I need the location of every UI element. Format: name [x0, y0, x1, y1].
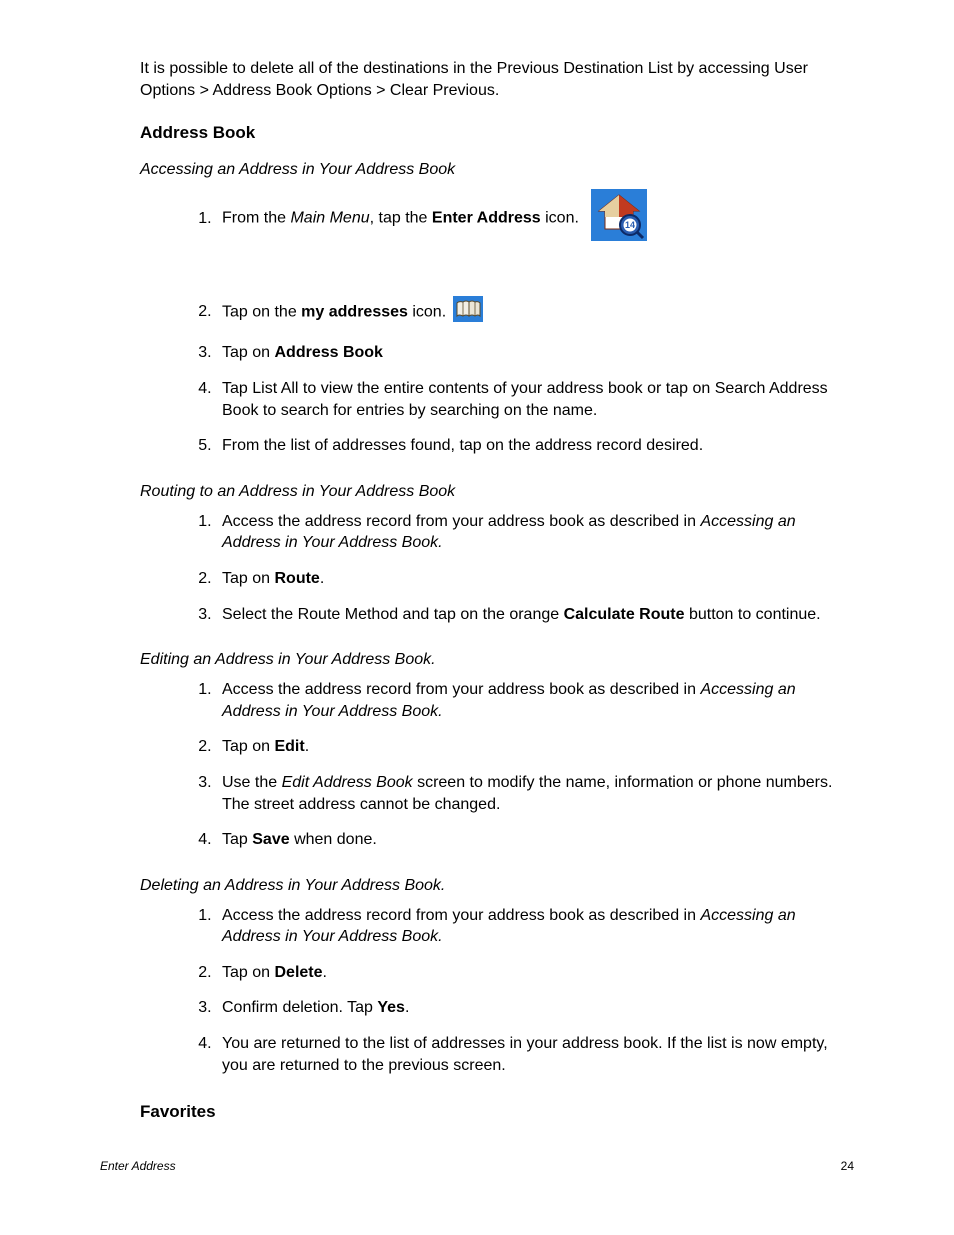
- step-text: Tap on: [222, 344, 274, 361]
- list-item: Tap List All to view the entire contents…: [216, 378, 854, 421]
- step-text: icon.: [408, 303, 446, 320]
- list-item: Tap on Delete.: [216, 962, 854, 984]
- subheading-editing: Editing an Address in Your Address Book.: [140, 651, 854, 669]
- step-text-bold: my addresses: [301, 303, 408, 320]
- step-text: Access the address record from your addr…: [222, 513, 700, 530]
- step-text-bold: Enter Address: [432, 210, 541, 227]
- subheading-routing: Routing to an Address in Your Address Bo…: [140, 483, 854, 501]
- svg-text:14: 14: [625, 220, 635, 230]
- step-text: , tap the: [370, 210, 432, 227]
- step-text-italic: Edit Address Book: [282, 774, 413, 791]
- step-text: Tap on: [222, 964, 274, 981]
- list-item: Tap Save when done.: [216, 829, 854, 851]
- step-text: Tap on: [222, 570, 274, 587]
- list-item: You are returned to the list of addresse…: [216, 1033, 854, 1076]
- step-text: Tap on the: [222, 303, 301, 320]
- list-item: Tap on Address Book: [216, 342, 854, 364]
- page-footer: Enter Address 24: [100, 1159, 854, 1173]
- step-text: Tap on: [222, 738, 274, 755]
- step-text: .: [405, 999, 409, 1016]
- subheading-deleting: Deleting an Address in Your Address Book…: [140, 877, 854, 895]
- list-item: Access the address record from your addr…: [216, 679, 854, 722]
- step-text: icon.: [541, 210, 579, 227]
- step-text-bold: Save: [252, 831, 289, 848]
- intro-paragraph: It is possible to delete all of the dest…: [140, 58, 854, 101]
- step-text-bold: Calculate Route: [564, 606, 685, 623]
- step-text: button to continue.: [685, 606, 821, 623]
- step-text-bold: Delete: [274, 964, 322, 981]
- step-text: .: [305, 738, 309, 755]
- footer-section-name: Enter Address: [100, 1159, 176, 1173]
- step-text: when done.: [290, 831, 377, 848]
- enter-address-icon: 14: [591, 189, 647, 248]
- steps-deleting: Access the address record from your addr…: [140, 905, 854, 1077]
- footer-page-number: 24: [841, 1159, 854, 1173]
- step-text: Tap: [222, 831, 252, 848]
- list-item: Access the address record from your addr…: [216, 511, 854, 554]
- step-text: From the: [222, 210, 290, 227]
- step-text: Select the Route Method and tap on the o…: [222, 606, 564, 623]
- heading-address-book: Address Book: [140, 123, 854, 143]
- step-text: Access the address record from your addr…: [222, 681, 700, 698]
- heading-favorites: Favorites: [140, 1102, 854, 1122]
- list-item: From the list of addresses found, tap on…: [216, 435, 854, 457]
- list-item: Access the address record from your addr…: [216, 905, 854, 948]
- step-text: Use the: [222, 774, 282, 791]
- steps-accessing: From the Main Menu, tap the Enter Addres…: [140, 189, 854, 457]
- list-item: Tap on Edit.: [216, 736, 854, 758]
- steps-editing: Access the address record from your addr…: [140, 679, 854, 851]
- step-text-bold: Yes: [377, 999, 405, 1016]
- list-item: Tap on Route.: [216, 568, 854, 590]
- subheading-accessing: Accessing an Address in Your Address Boo…: [140, 161, 854, 179]
- step-text: .: [323, 964, 327, 981]
- step-text: Access the address record from your addr…: [222, 907, 700, 924]
- document-page: It is possible to delete all of the dest…: [0, 0, 954, 1235]
- my-addresses-icon: [453, 296, 483, 329]
- step-text-italic: Main Menu: [290, 210, 369, 227]
- list-item: Use the Edit Address Book screen to modi…: [216, 772, 854, 815]
- step-text: .: [320, 570, 324, 587]
- list-item: Confirm deletion. Tap Yes.: [216, 997, 854, 1019]
- step-text: Confirm deletion. Tap: [222, 999, 377, 1016]
- step-text-bold: Address Book: [274, 344, 382, 361]
- list-item: From the Main Menu, tap the Enter Addres…: [216, 189, 854, 248]
- step-text-bold: Edit: [274, 738, 304, 755]
- list-item: Tap on the my addresses icon.: [216, 296, 854, 329]
- list-item: Select the Route Method and tap on the o…: [216, 604, 854, 626]
- steps-routing: Access the address record from your addr…: [140, 511, 854, 625]
- step-text-bold: Route: [274, 570, 319, 587]
